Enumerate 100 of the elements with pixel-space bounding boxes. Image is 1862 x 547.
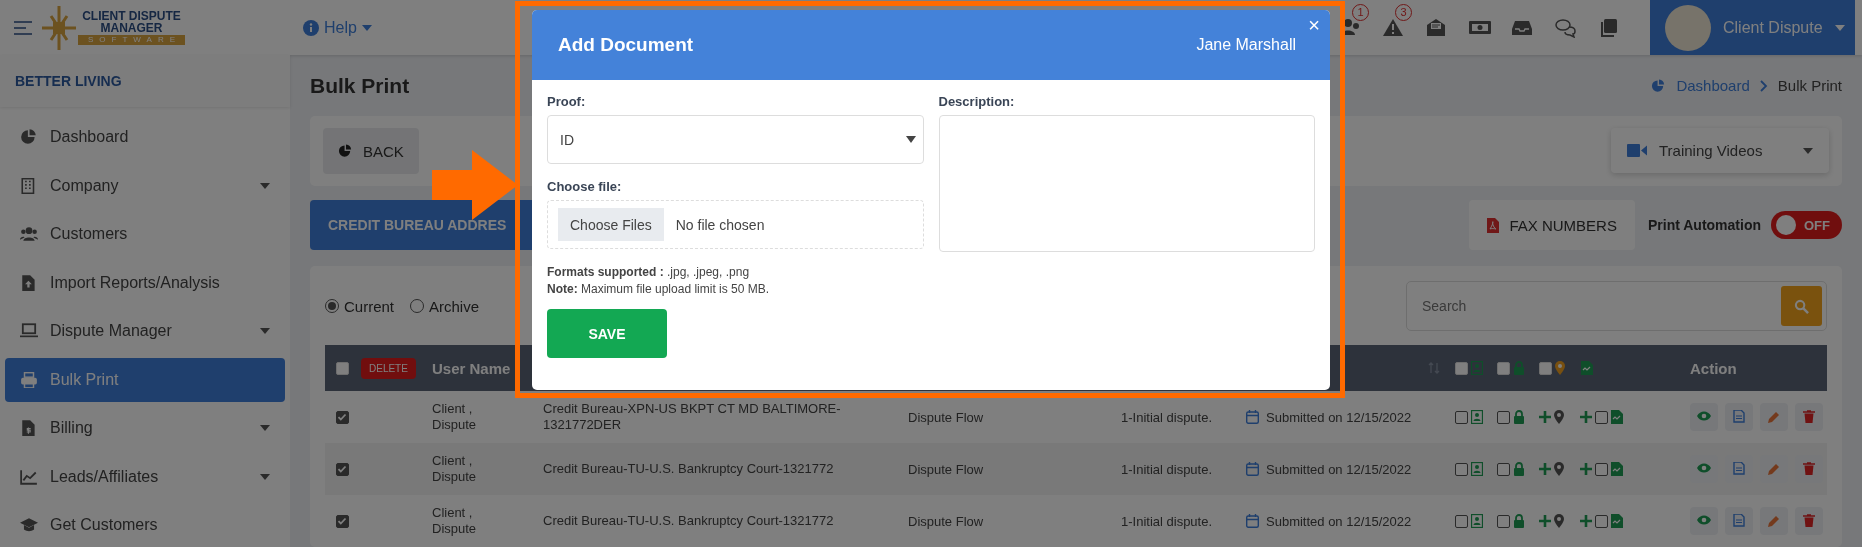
file-upload-icon <box>20 274 38 291</box>
description-field[interactable] <box>938 115 1315 252</box>
copy-icon[interactable] <box>1598 17 1620 38</box>
checkbox[interactable] <box>335 410 349 424</box>
document-icon <box>1611 462 1623 476</box>
edit-button[interactable] <box>1760 507 1788 535</box>
choose-files-button[interactable]: Choose Files <box>558 208 664 241</box>
plus-icon[interactable] <box>1580 515 1592 527</box>
logo[interactable]: CLIENT DISPUTE MANAGER SOFTWARE <box>42 5 186 50</box>
contact-card-icon <box>1471 462 1483 476</box>
training-videos-dropdown[interactable]: Training Videos <box>1611 128 1829 173</box>
save-button[interactable]: SAVE <box>547 309 667 358</box>
plus-icon[interactable] <box>1580 463 1592 475</box>
table-cell-text: Credit Bureau-XPN-US BKPT CT MD BALTIMORE-1321772DER <box>543 400 842 434</box>
pie-chart-icon <box>1651 78 1667 93</box>
document-button[interactable] <box>1725 403 1753 431</box>
edit-button[interactable] <box>1760 403 1788 431</box>
delete-button[interactable] <box>1795 507 1823 535</box>
search-button[interactable] <box>1781 286 1822 326</box>
view-button[interactable] <box>1690 403 1718 431</box>
map-pin-icon <box>1554 514 1566 528</box>
radio-option[interactable]: Archive <box>410 297 480 315</box>
fax-numbers-button[interactable]: FAX NUMBERS <box>1469 200 1635 250</box>
table-cell: Credit Bureau-TU-U.S. Bankruptcy Court-1321772 <box>543 512 834 530</box>
proof-select[interactable]: ID <box>547 115 924 164</box>
sidebar-item[interactable]: Import Reports/Analysis <box>5 260 285 305</box>
table-cell: Credit Bureau-TU-U.S. Bankruptcy Court-1321772 <box>543 460 834 478</box>
checkbox[interactable] <box>1497 462 1510 476</box>
pie-chart-icon <box>338 144 353 158</box>
radio-option[interactable]: Current <box>325 297 395 315</box>
delete-button[interactable] <box>1795 403 1823 431</box>
plus-icon[interactable] <box>1539 411 1551 423</box>
file-input[interactable]: Choose Files No file chosen <box>547 200 924 249</box>
trash-icon <box>1802 462 1816 476</box>
help-menu[interactable]: Help <box>297 17 378 38</box>
chat-icon[interactable] <box>1555 17 1577 38</box>
contact-card-icon <box>1471 361 1483 375</box>
search-field[interactable]: Search <box>1406 281 1827 331</box>
plus-icon[interactable] <box>1539 515 1551 527</box>
delete-button[interactable]: DELETE <box>361 357 416 379</box>
line-chart-icon <box>20 468 38 485</box>
document-icon <box>1581 361 1593 375</box>
table-cell-text: Client , Dispute <box>432 504 478 538</box>
checkbox[interactable] <box>1455 514 1468 528</box>
pencil-icon <box>1767 514 1781 528</box>
table-cell: Dispute Flow <box>908 461 984 477</box>
breadcrumb-link[interactable]: Dashboard <box>1676 77 1750 94</box>
credit-bureau-address-button[interactable]: CREDIT BUREAU ADDRES <box>310 200 532 250</box>
checkbox[interactable] <box>1455 410 1468 424</box>
checkbox[interactable] <box>1497 410 1510 424</box>
document-button[interactable] <box>1725 507 1753 535</box>
table-cell: Dispute Flow <box>908 409 984 425</box>
back-button[interactable]: BACK <box>323 128 419 174</box>
sidebar-item[interactable]: Company <box>5 163 285 208</box>
warning-icon[interactable] <box>1383 17 1405 38</box>
checkbox[interactable] <box>1455 462 1468 476</box>
lock-icon <box>1513 410 1525 424</box>
lock-icon <box>1513 361 1525 375</box>
pdf-file-icon <box>1487 217 1500 233</box>
table-cell: 1-Initial dispute. <box>1121 409 1213 425</box>
plus-icon[interactable] <box>1539 463 1551 475</box>
sidebar-item[interactable]: Dashboard <box>5 115 285 160</box>
checkbox[interactable] <box>335 514 349 528</box>
sidebar-item[interactable]: Get Customers <box>5 503 285 547</box>
caret-icon <box>905 136 916 143</box>
document-icon <box>1732 462 1746 476</box>
table-cell: Submitted on 12/15/2022 <box>1266 409 1412 425</box>
checkbox[interactable] <box>335 462 349 476</box>
printer-icon <box>20 371 38 388</box>
checkbox[interactable] <box>1497 514 1510 528</box>
sidebar-item[interactable]: Dispute Manager <box>5 309 285 354</box>
plus-icon[interactable] <box>1580 411 1592 423</box>
logo-tagline: SOFTWARE <box>78 35 186 45</box>
trash-icon <box>1802 514 1816 528</box>
table-cell-text: Client , Dispute <box>432 452 478 486</box>
checkbox[interactable] <box>1595 410 1608 424</box>
laptop-icon <box>20 323 38 340</box>
view-button[interactable] <box>1690 507 1718 535</box>
page-title: Bulk Print <box>310 73 411 98</box>
document-icon <box>1611 410 1623 424</box>
print-automation-toggle[interactable]: OFF <box>1771 211 1842 239</box>
sidebar-item[interactable]: Customers <box>5 212 285 257</box>
sidebar-item[interactable]: Billing <box>5 406 285 451</box>
close-button[interactable]: × <box>1304 15 1324 35</box>
column-header: Action <box>1690 359 1737 377</box>
logo-title: CLIENT DISPUTE <box>82 10 181 22</box>
checkbox[interactable] <box>1595 462 1608 476</box>
sidebar-item[interactable]: Leads/Affiliates <box>5 454 285 499</box>
table-cell: Submitted on 12/15/2022 <box>1266 461 1412 477</box>
menu-icon[interactable] <box>14 20 32 35</box>
sidebar-item[interactable]: Bulk Print <box>5 357 285 402</box>
breadcrumb-current: Bulk Print <box>1777 77 1842 94</box>
pencil-icon <box>1767 462 1781 476</box>
table-cell-text: Client , Dispute <box>432 400 478 434</box>
checkbox[interactable] <box>1595 514 1608 528</box>
field-label: Description: <box>938 94 1016 109</box>
dialog-title: Add Document <box>558 34 695 56</box>
user-menu[interactable]: Client Dispute <box>1650 0 1855 55</box>
table-cell: 1-Initial dispute. <box>1121 513 1213 529</box>
envelope-icon[interactable] <box>1426 17 1448 38</box>
